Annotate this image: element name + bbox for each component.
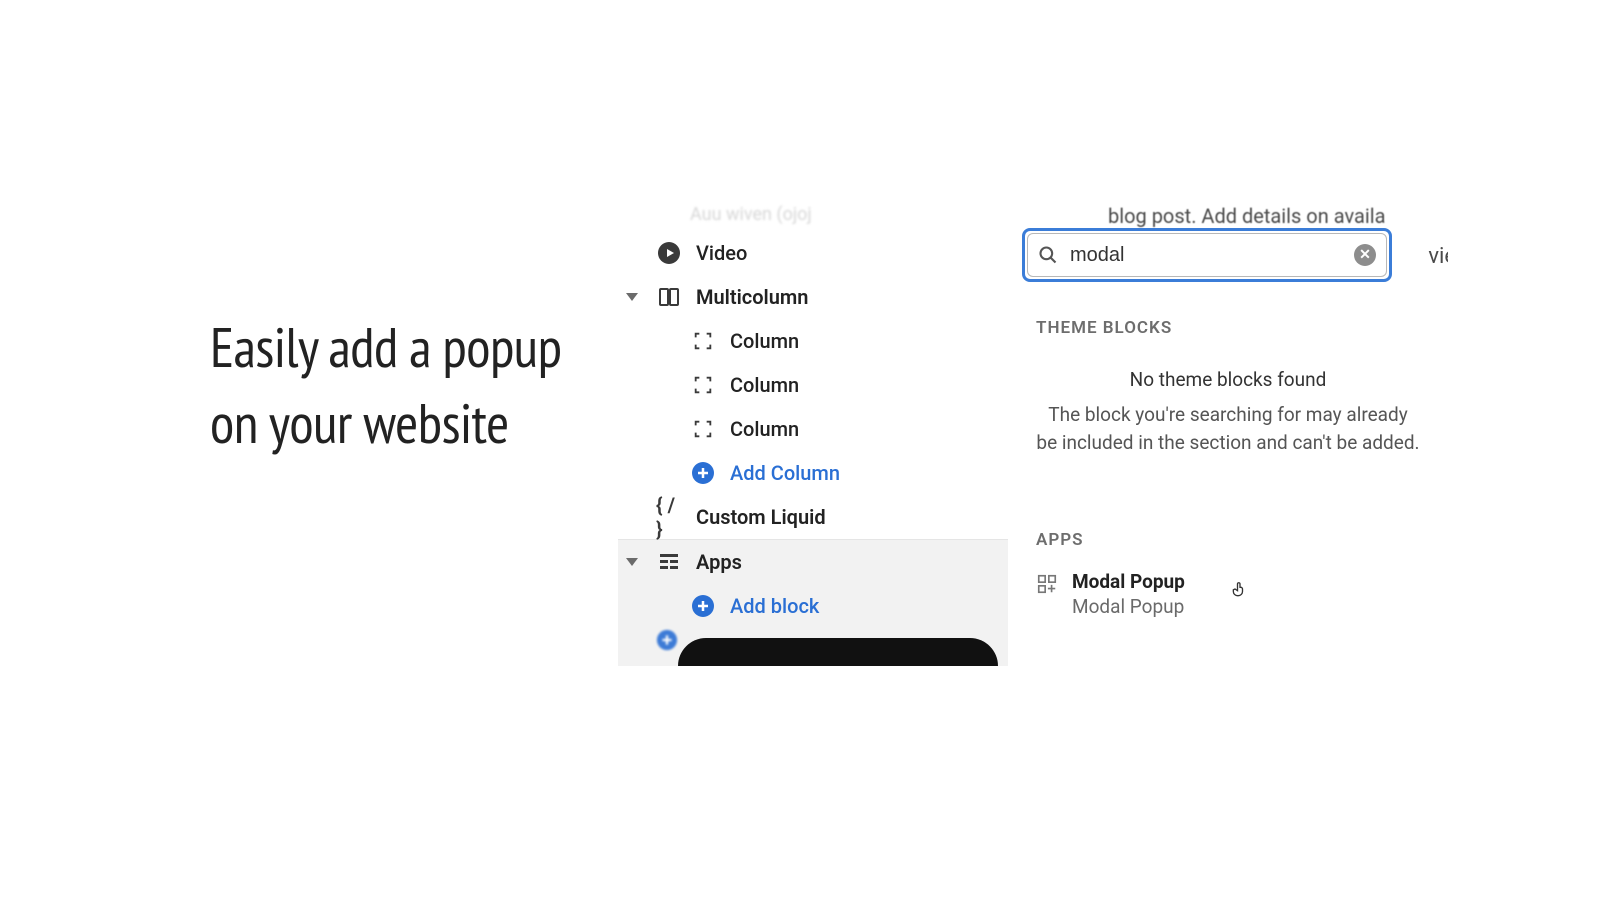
caret-down-icon: [626, 558, 638, 566]
apps-grid-icon: [656, 549, 682, 575]
apps-heading: APPS: [1036, 530, 1084, 550]
add-column-button[interactable]: Add Column: [618, 451, 1008, 495]
floating-toolbar[interactable]: [678, 638, 998, 666]
sidebar-item-label: Multicolumn: [696, 285, 808, 309]
sidebar-item-multicolumn[interactable]: Multicolumn: [618, 275, 1008, 319]
columns-icon: [656, 284, 682, 310]
truncated-description: blog post. Add details on availa: [1108, 204, 1385, 228]
corners-icon: [690, 372, 716, 398]
sidebar-item-label: Video: [696, 241, 747, 265]
add-column-label: Add Column: [730, 461, 840, 485]
partial-cutoff-row: Auu wiven (ojoj: [618, 202, 1008, 231]
sidebar-item-video[interactable]: Video: [618, 231, 1008, 275]
corners-icon: [690, 416, 716, 442]
sidebar-item-column[interactable]: Column: [618, 319, 1008, 363]
sidebar-item-column[interactable]: Column: [618, 363, 1008, 407]
code-braces-icon: { / }: [656, 504, 682, 530]
no-theme-blocks-message: No theme blocks found The block you're s…: [1008, 368, 1448, 456]
plus-circle-icon: [690, 460, 716, 486]
marketing-headline: Easily add a popup on your website: [210, 310, 610, 461]
theme-blocks-heading: THEME BLOCKS: [1036, 318, 1172, 338]
search-result-modal-popup[interactable]: Modal Popup Modal Popup: [1022, 560, 1422, 628]
theme-editor-sidebar: Auu wiven (ojoj Video Multicolumn Column: [618, 198, 1008, 666]
block-search-input[interactable]: [1070, 244, 1354, 267]
sidebar-item-apps[interactable]: Apps: [618, 540, 1008, 584]
clear-search-icon[interactable]: ✕: [1354, 244, 1376, 266]
sidebar-item-label: Custom Liquid: [696, 505, 826, 529]
app-block-icon: [1036, 573, 1058, 595]
block-search-field[interactable]: ✕: [1022, 228, 1392, 282]
play-icon: [656, 240, 682, 266]
sidebar-item-label: Column: [730, 329, 799, 353]
no-results-title: No theme blocks found: [1036, 368, 1420, 391]
result-title: Modal Popup: [1072, 570, 1185, 593]
screenshot-frame: Auu wiven (ojoj Video Multicolumn Column: [618, 198, 1448, 666]
sidebar-item-column[interactable]: Column: [618, 407, 1008, 451]
result-subtitle: Modal Popup: [1072, 595, 1185, 618]
add-block-label: Add block: [730, 594, 819, 618]
plus-circle-icon: [690, 593, 716, 619]
corners-icon: [690, 328, 716, 354]
sidebar-item-custom-liquid[interactable]: { / } Custom Liquid: [618, 495, 1008, 539]
search-icon: [1038, 245, 1058, 265]
sidebar-item-label: Column: [730, 417, 799, 441]
sidebar-item-label: Apps: [696, 550, 742, 574]
no-results-description: The block you're searching for may alrea…: [1036, 401, 1420, 456]
plus-circle-icon: [656, 629, 678, 656]
pointer-cursor-icon: [1230, 578, 1250, 600]
block-picker-panel: blog post. Add details on availa vie ✕ T…: [1008, 198, 1448, 666]
sidebar-item-label: Column: [730, 373, 799, 397]
caret-down-icon: [626, 293, 638, 301]
truncated-text-right: vie: [1428, 244, 1448, 269]
add-block-button[interactable]: Add block: [618, 584, 1008, 628]
